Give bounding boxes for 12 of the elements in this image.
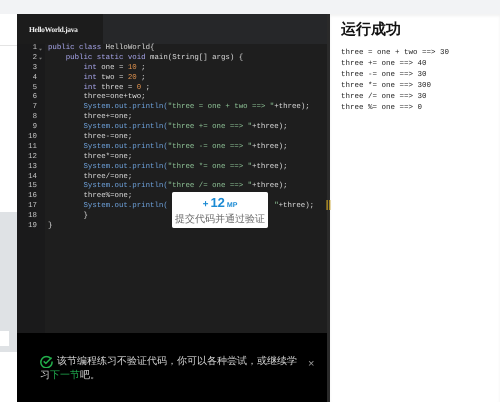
check-icon xyxy=(40,355,53,368)
points-value: 12 xyxy=(210,194,225,210)
reward-caption: 提交代码并通过验证 xyxy=(175,212,265,226)
fold-icon[interactable] xyxy=(39,48,42,50)
notice-message: 该节编程练习不验证代码，你可以各种尝试，或继续学习下一节吧。 xyxy=(40,355,298,383)
fold-icon[interactable] xyxy=(39,57,42,60)
close-button[interactable]: × xyxy=(308,359,314,370)
next-section-link[interactable]: 下一节 xyxy=(50,370,80,381)
result-title: 运行成功 xyxy=(341,20,402,39)
resize-handle-icon[interactable] xyxy=(326,200,331,210)
input-field[interactable] xyxy=(0,331,9,346)
plus-sign: + xyxy=(202,198,208,210)
